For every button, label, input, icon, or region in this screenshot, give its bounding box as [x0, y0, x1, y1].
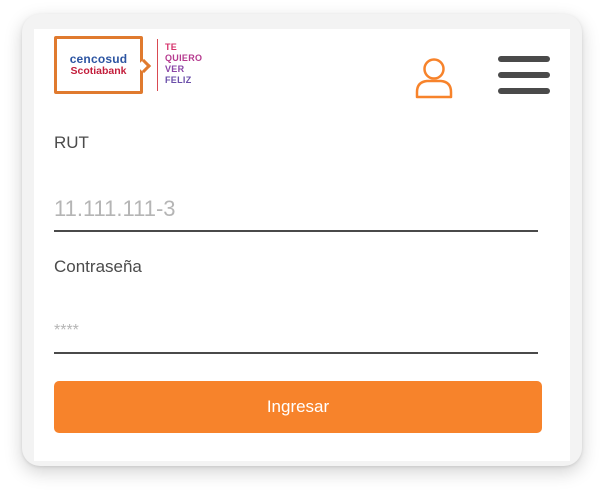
password-label: Contraseña — [54, 257, 142, 276]
password-input[interactable] — [54, 309, 538, 354]
slogan: TE QUIERO VER FELIZ — [165, 42, 202, 86]
slogan-line: QUIERO — [165, 53, 203, 63]
user-icon — [415, 58, 453, 99]
logo-scotiabank-text: Scotiabank — [70, 65, 127, 78]
menu-bar — [498, 56, 550, 62]
slogan-line: FELIZ — [165, 75, 192, 85]
user-account-button[interactable] — [414, 56, 454, 100]
logo-cencosud-text: cencosud — [69, 51, 128, 66]
slogan-line: VER — [165, 64, 185, 74]
ingresar-button[interactable]: Ingresar — [54, 381, 542, 433]
rut-label: RUT — [54, 133, 89, 152]
menu-bar — [498, 72, 550, 78]
login-card: cencosud Scotiabank TE QUIERO VER FELIZ … — [22, 14, 582, 466]
menu-button[interactable] — [498, 56, 550, 96]
menu-bar — [498, 88, 550, 94]
slogan-line: TE — [165, 42, 178, 52]
logo-notch — [136, 58, 152, 74]
rut-input[interactable] — [54, 187, 538, 232]
login-panel: cencosud Scotiabank TE QUIERO VER FELIZ … — [34, 29, 570, 461]
cencosud-scotiabank-logo[interactable]: cencosud Scotiabank — [54, 36, 152, 94]
slogan-divider — [157, 39, 158, 91]
